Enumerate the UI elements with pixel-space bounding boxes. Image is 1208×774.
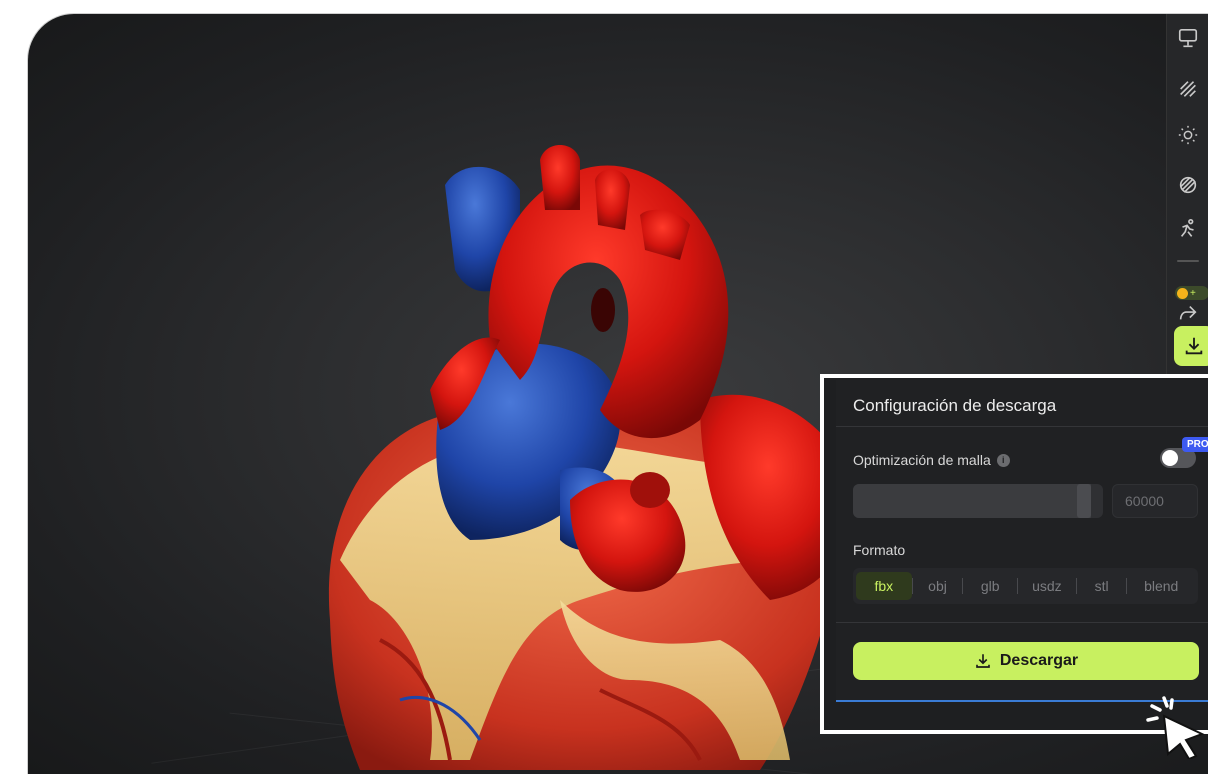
poly-count-slider[interactable] xyxy=(853,484,1103,518)
panel-divider xyxy=(836,622,1208,623)
right-toolbar: + xyxy=(1166,14,1208,374)
toggle-knob xyxy=(1162,450,1178,466)
download-icon xyxy=(1185,337,1203,355)
material-icon[interactable] xyxy=(1167,168,1208,202)
format-option-stl[interactable]: stl xyxy=(1077,572,1127,600)
pro-badge: PRO xyxy=(1182,437,1208,452)
slider-thumb[interactable] xyxy=(1076,484,1091,518)
download-button[interactable]: Descargar xyxy=(853,642,1199,680)
poly-count-input[interactable]: 60000 xyxy=(1112,484,1198,518)
share-icon[interactable] xyxy=(1167,296,1208,330)
mesh-optimization-label: Optimización de malla i xyxy=(853,452,1010,468)
format-label: Formato xyxy=(853,542,906,558)
format-option-usdz[interactable]: usdz xyxy=(1018,572,1076,600)
format-option-blend[interactable]: blend xyxy=(1127,572,1195,600)
format-option-fbx[interactable]: fbx xyxy=(856,572,912,600)
download-button-label: Descargar xyxy=(999,652,1079,669)
download-config-panel: Configuración de descarga Optimización d… xyxy=(836,380,1208,702)
info-icon[interactable]: i xyxy=(996,453,1010,467)
mesh-optimization-text: Optimización de malla xyxy=(853,452,991,468)
panel-divider xyxy=(836,426,1208,427)
toolbar-separator xyxy=(1177,260,1199,262)
download-toolbar-button[interactable] xyxy=(1174,326,1208,366)
run-animation-icon[interactable] xyxy=(1167,212,1208,246)
hatch-icon[interactable] xyxy=(1167,72,1208,106)
format-option-obj[interactable]: obj xyxy=(913,572,963,600)
download-icon xyxy=(976,654,990,668)
monitor-icon[interactable] xyxy=(1167,22,1208,56)
click-cursor-icon xyxy=(1146,696,1205,759)
slider-fill xyxy=(853,484,1091,518)
panel-title: Configuración de descarga xyxy=(853,396,1057,415)
format-option-glb[interactable]: glb xyxy=(963,572,1017,600)
poly-count-value: 60000 xyxy=(1125,493,1164,509)
format-selector: fbx obj glb usdz stl blend xyxy=(853,568,1198,604)
sun-icon[interactable] xyxy=(1167,118,1208,152)
